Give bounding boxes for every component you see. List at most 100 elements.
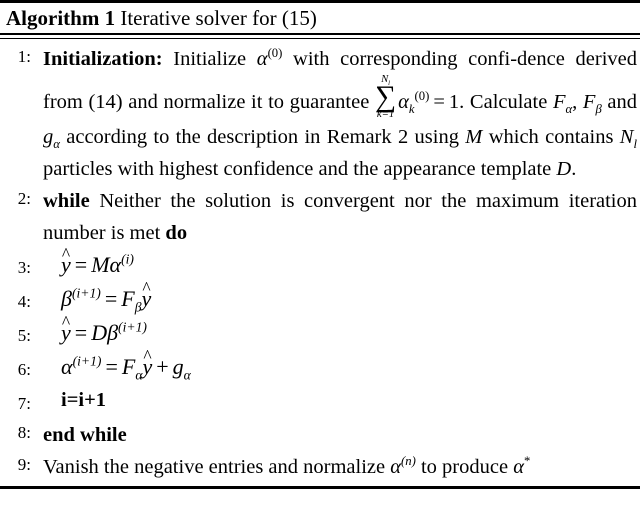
summation-term-sup: (0) — [414, 89, 430, 104]
step-number-5: 5: — [17, 325, 31, 345]
y-hat-rhs: y ^ — [142, 278, 152, 314]
end-while-keyword: end while — [43, 423, 127, 446]
equals-sign: = — [74, 319, 88, 345]
step-1-and: and — [607, 91, 637, 114]
D-symbol: D — [91, 319, 108, 345]
F-alpha-math: Fα — [121, 353, 143, 382]
g-subscript-alpha: α — [183, 366, 191, 382]
summation-lower-limit: k=1 — [376, 108, 395, 120]
do-keyword: do — [165, 221, 188, 244]
algorithm-step-9: 9: Vanish the negative entries and norma… — [3, 451, 637, 483]
step-number-7: 7: — [17, 393, 31, 413]
step-number-1: 1: — [17, 47, 31, 66]
g-alpha-math: gα — [173, 354, 191, 382]
step-1-text-6: particles with highest confidence and th… — [43, 157, 552, 180]
while-keyword: while — [43, 189, 90, 212]
step-number-3: 3: — [17, 257, 31, 277]
alpha-superscript: (i+1) — [72, 353, 102, 369]
alpha-lhs-math: α(i+1) — [61, 354, 101, 379]
hat-accent-icon: ^ — [143, 346, 152, 367]
step-number-9: 9: — [17, 454, 31, 474]
alpha-symbol: α — [513, 455, 524, 478]
step-8-content: end while — [43, 419, 637, 451]
step-4-equation: β (i+1) = Fβy ^ — [61, 278, 637, 314]
algorithm-block: Algorithm 1 Iterative solver for (15) 1:… — [0, 0, 640, 489]
step-2-condition: Neither the solution is convergent nor t… — [43, 189, 638, 244]
summation-term-alpha: α — [398, 91, 409, 114]
step-1-period: . — [571, 157, 577, 180]
alpha-symbol: α — [256, 48, 268, 70]
algorithm-step-8: 8: end while — [3, 419, 637, 451]
N-symbol: N — [619, 125, 634, 148]
g-alpha-math: gα — [43, 125, 60, 150]
F-beta-math: Fβ — [121, 285, 142, 314]
alpha-symbol: α — [109, 251, 122, 277]
F-beta-symbol: F — [582, 91, 596, 114]
equals-sign: = — [74, 251, 88, 277]
title-separator-rule-thick — [0, 33, 640, 35]
alpha-symbol: α — [390, 455, 402, 478]
g-alpha-symbol: g — [43, 125, 54, 148]
alpha-star-superscript: * — [523, 453, 531, 468]
algorithm-number-label: Algorithm 1 — [6, 6, 116, 30]
alpha-superscript: (n) — [401, 453, 416, 468]
F-beta-math: Fβ — [582, 91, 602, 117]
step-number-2: 2: — [17, 188, 31, 208]
step-number-4: 4: — [17, 291, 31, 311]
algorithm-step-7: 7: i=i+1 — [3, 385, 637, 419]
step-1-text-5: which contains — [488, 125, 614, 148]
summation-term: αk(0) — [398, 89, 430, 116]
equals-sign: = — [105, 353, 118, 379]
alpha-n-math: α(n) — [390, 453, 416, 478]
y-hat-lhs: y ^ — [61, 312, 71, 348]
algorithm-step-2: 2: while Neither the solution is converg… — [3, 185, 637, 249]
algorithm-step-1: 1: Initialization: Initialize α(0) with … — [3, 43, 637, 185]
step-9-text-2: to produce — [420, 455, 509, 478]
N-subscript-l: l — [633, 136, 637, 151]
algorithm-step-6: 6: α(i+1) = Fαy ^ + gα — [3, 346, 637, 385]
hat-accent-icon: ^ — [61, 244, 71, 265]
step-7-assignment: i=i+1 — [61, 388, 107, 411]
alpha-symbol: α — [61, 353, 73, 379]
beta-superscript: (i+1) — [118, 319, 147, 335]
hat-accent-icon: ^ — [61, 312, 71, 333]
comma-after-F-alpha: , — [572, 91, 578, 114]
alpha-superscript: (i) — [121, 251, 134, 267]
step-1-text-3: Calculate — [469, 91, 548, 114]
M-symbol: M — [91, 251, 110, 277]
alpha-star-math: α* — [513, 453, 531, 478]
step-1-text-4: according to the description in Remark 2… — [66, 125, 459, 148]
step-9-content: Vanish the negative entries and normaliz… — [43, 451, 637, 483]
hat-accent-icon: ^ — [142, 278, 151, 299]
F-symbol: F — [121, 285, 135, 311]
alpha-superscript: (0) — [267, 46, 283, 61]
summation-math: Nl ∑ k=1 — [375, 74, 396, 121]
beta-symbol: β — [107, 319, 119, 345]
step-number-6: 6: — [17, 359, 31, 379]
step-6-equation: α(i+1) = Fαy ^ + gα — [61, 346, 637, 382]
step-2-content: while Neither the solution is convergent… — [43, 185, 637, 249]
step-number-8: 8: — [17, 422, 31, 442]
y-hat-lhs: y ^ — [61, 244, 71, 280]
beta-rhs-math: β(i+1) — [107, 320, 147, 345]
algorithm-step-5: 5: y ^ = Dβ(i+1) — [3, 312, 637, 351]
step-9-text-1: Vanish the negative entries and normaliz… — [43, 455, 386, 478]
step-1-keyword: Initialization: — [43, 48, 163, 70]
algorithm-step-4: 4: β (i+1) = Fβy ^ — [3, 278, 637, 317]
beta-superscript: (i+1) — [71, 285, 101, 301]
bottom-rule — [0, 485, 640, 489]
plus-sign: + — [156, 353, 169, 379]
summation-value: 1. — [448, 91, 465, 114]
F-alpha-symbol: F — [552, 91, 566, 114]
D-symbol: D — [556, 157, 572, 180]
F-symbol: F — [121, 353, 136, 379]
F-subscript-beta: β — [134, 298, 142, 314]
F-alpha-math: Fα — [552, 91, 572, 115]
step-1-text-1: Initialize — [173, 48, 247, 70]
alpha-i-math: α(i) — [110, 252, 134, 277]
F-beta-subscript: β — [595, 102, 602, 117]
equals-sign: = — [433, 91, 445, 114]
Nl-math: Nl — [619, 125, 637, 151]
step-1-content: Initialization: Initialize α(0) with cor… — [43, 43, 637, 185]
y-hat-rhs: y ^ — [142, 346, 152, 382]
